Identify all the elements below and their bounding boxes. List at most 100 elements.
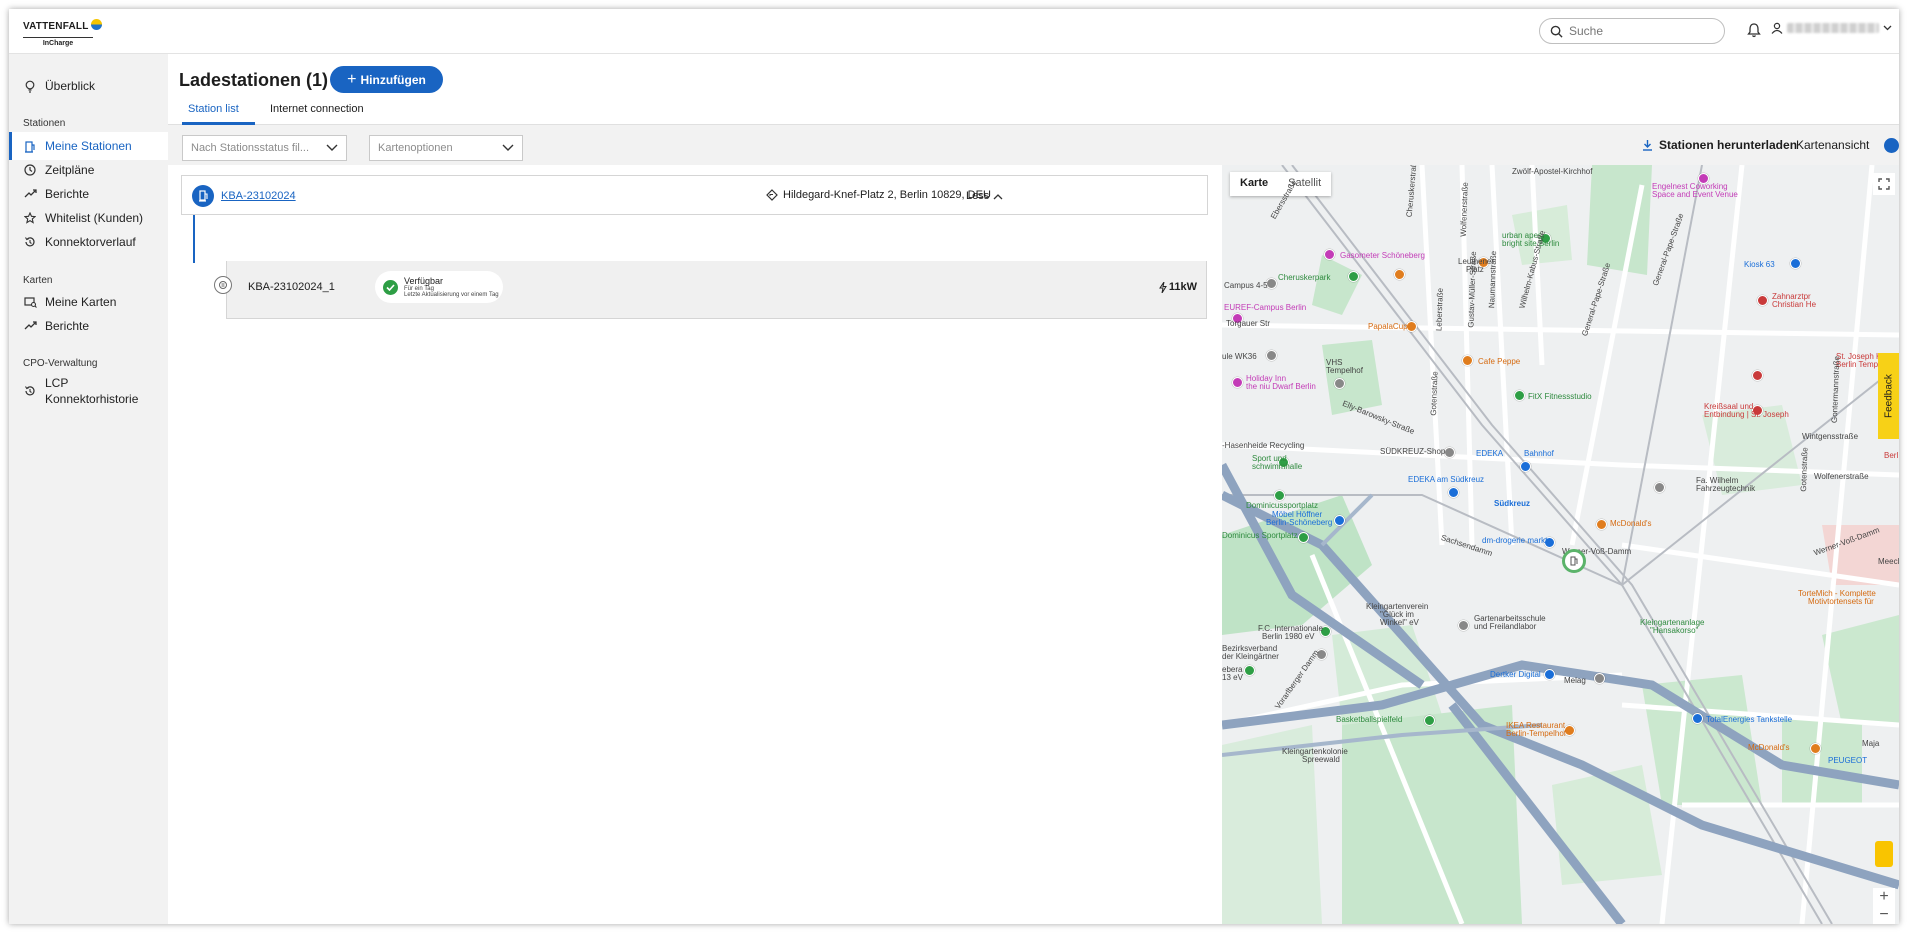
station-map-marker-icon[interactable] [1562, 549, 1586, 573]
poi-pin[interactable] [1394, 269, 1405, 280]
connector-row[interactable]: KBA-23102024_1 Verfügbar Für ein Tag Let… [214, 261, 1207, 319]
location-diamond-icon [766, 189, 778, 201]
map-label: Gotenstraße [1798, 447, 1810, 492]
map-tab-map[interactable]: Karte [1230, 172, 1278, 196]
sidebar-item-label: Whitelist (Kunden) [45, 211, 144, 225]
poi-pin[interactable] [1348, 271, 1359, 282]
poi-pin[interactable] [1444, 447, 1455, 458]
station-status-filter[interactable]: Nach Stationsstatus fil... [182, 135, 347, 161]
map-label: EUREF-Campus Berlin [1224, 303, 1307, 312]
sidebar-item-overview[interactable]: Überblick [9, 72, 168, 100]
poi-pin[interactable] [1752, 370, 1763, 381]
charging-station-icon [23, 139, 37, 153]
poi-pin[interactable] [1544, 669, 1555, 680]
sidebar-item-label: Zeitpläne [45, 163, 95, 177]
map-label: "Hansakorso" [1650, 626, 1699, 635]
card-options-placeholder: Kartenoptionen [378, 142, 453, 154]
page-title: Ladestationen (1) [179, 70, 329, 90]
map-panel[interactable]: Karte Satellit + − Zwölf-Apostel-Kirchho… [1222, 165, 1899, 924]
poi-pin[interactable] [1244, 665, 1255, 676]
notification-bell-icon[interactable] [1747, 23, 1761, 43]
star-icon [23, 211, 37, 225]
map-label: Bahnhof [1524, 449, 1554, 458]
map-label: Basketballspielfeld [1336, 715, 1403, 724]
poi-pin[interactable] [1520, 461, 1531, 472]
map-label: Berl [1884, 451, 1899, 460]
card-options-filter[interactable]: Kartenoptionen [369, 135, 523, 161]
plus-icon: + [347, 70, 357, 88]
map-label: FitX Fitnessstudio [1528, 392, 1592, 401]
poi-pin[interactable] [1298, 532, 1309, 543]
poi-pin[interactable] [1458, 620, 1469, 631]
poi-pin[interactable] [1757, 295, 1768, 306]
app-window: VATTENFALL InCharge Suche Überblick Stat… [9, 9, 1899, 924]
poi-pin[interactable] [1424, 715, 1435, 726]
poi-pin[interactable] [1790, 258, 1801, 269]
sidebar-item-card-reports[interactable]: Berichte [9, 312, 168, 340]
map-label: Space and Event Venue [1652, 190, 1738, 199]
poi-pin[interactable] [1462, 355, 1473, 366]
map-label: Fahrzeugtechnik [1696, 484, 1756, 493]
map-label: und Freilandlabor [1474, 622, 1537, 631]
chevron-down-icon [326, 144, 338, 151]
poi-pin[interactable] [1810, 743, 1821, 754]
map-label: Berlin 1980 eV [1262, 632, 1315, 641]
street-view-pegman-icon[interactable] [1875, 841, 1893, 867]
station-row[interactable]: KBA-23102024 Hildegard-Knef-Platz 2, Ber… [181, 175, 1208, 215]
poi-pin[interactable] [1334, 515, 1345, 526]
sidebar-item-lcp-connector-history[interactable]: LCP Konnektorhistorie [9, 372, 168, 410]
poi-pin[interactable] [1692, 713, 1703, 724]
search-icon [1550, 25, 1563, 38]
poi-pin[interactable] [1594, 673, 1605, 684]
map-label: der Kleingärtner [1222, 652, 1279, 661]
poi-pin[interactable] [1334, 378, 1345, 389]
poi-pin[interactable] [1274, 490, 1285, 501]
map-label: Winkel" eV [1380, 618, 1419, 627]
collapse-label: Less [966, 190, 990, 202]
tab-internet-connection[interactable]: Internet connection [270, 99, 364, 125]
feedback-tab[interactable]: Feedback [1878, 353, 1899, 439]
map-label: Torgauer Str [1226, 319, 1271, 328]
zoom-out-button[interactable]: − [1873, 906, 1895, 924]
station-address-text: Hildegard-Knef-Platz 2, Berlin 10829, DE… [783, 189, 991, 201]
connector-power: 11kW [1158, 281, 1197, 293]
poi-pin[interactable] [1654, 482, 1665, 493]
poi-pin[interactable] [1448, 487, 1459, 498]
tab-station-list[interactable]: Station list [182, 99, 255, 125]
poi-pin[interactable] [1266, 350, 1277, 361]
zoom-in-button[interactable]: + [1873, 888, 1895, 906]
map-label: Cafe Peppe [1478, 357, 1521, 366]
map-label: Tempelhof [1326, 366, 1363, 375]
filter-bar: Nach Stationsstatus fil... Kartenoptione… [168, 125, 1899, 165]
add-station-button[interactable]: + Hinzufügen [330, 66, 443, 93]
user-menu[interactable] [1771, 22, 1892, 34]
sidebar-item-label: Konnektorverlauf [45, 235, 136, 249]
check-icon [383, 279, 398, 295]
sidebar-section-cpo: CPO-Verwaltung [23, 358, 98, 369]
sidebar-item-label: LCP [45, 376, 69, 390]
download-label: Stationen herunterladen [1659, 138, 1798, 152]
collapse-toggle[interactable]: Less [966, 190, 1003, 202]
poi-pin[interactable] [1596, 519, 1607, 530]
poi-pin[interactable] [1514, 390, 1525, 401]
lightbulb-icon [23, 79, 37, 93]
map-label: schwimmhalle [1252, 462, 1303, 471]
map-label: Motivtortensets für [1808, 597, 1874, 606]
history-icon [23, 235, 37, 249]
connector-status-badge: Verfügbar Für ein Tag Letzte Aktualisier… [375, 271, 503, 303]
download-stations-button[interactable]: Stationen herunterladen [1642, 138, 1797, 152]
poi-pin[interactable] [1232, 377, 1243, 388]
sidebar-item-connector-history[interactable]: Konnektorverlauf [9, 228, 168, 256]
poi-pin[interactable] [1324, 249, 1335, 260]
search-input[interactable]: Suche [1539, 18, 1725, 44]
zoom-controls: + − [1873, 888, 1895, 924]
map-view-toggle[interactable] [1884, 138, 1899, 153]
map-label: Gasometer Schöneberg [1340, 251, 1425, 260]
map-label: Wintgensstraße [1802, 432, 1859, 441]
vattenfall-logo[interactable]: VATTENFALL InCharge [23, 16, 113, 47]
fullscreen-icon[interactable] [1873, 173, 1895, 195]
map-label: Melag [1564, 676, 1586, 685]
station-status-filter-placeholder: Nach Stationsstatus fil... [191, 142, 309, 154]
station-id-link[interactable]: KBA-23102024 [221, 190, 296, 202]
map-label: -Hasenheide Recycling [1222, 441, 1305, 450]
